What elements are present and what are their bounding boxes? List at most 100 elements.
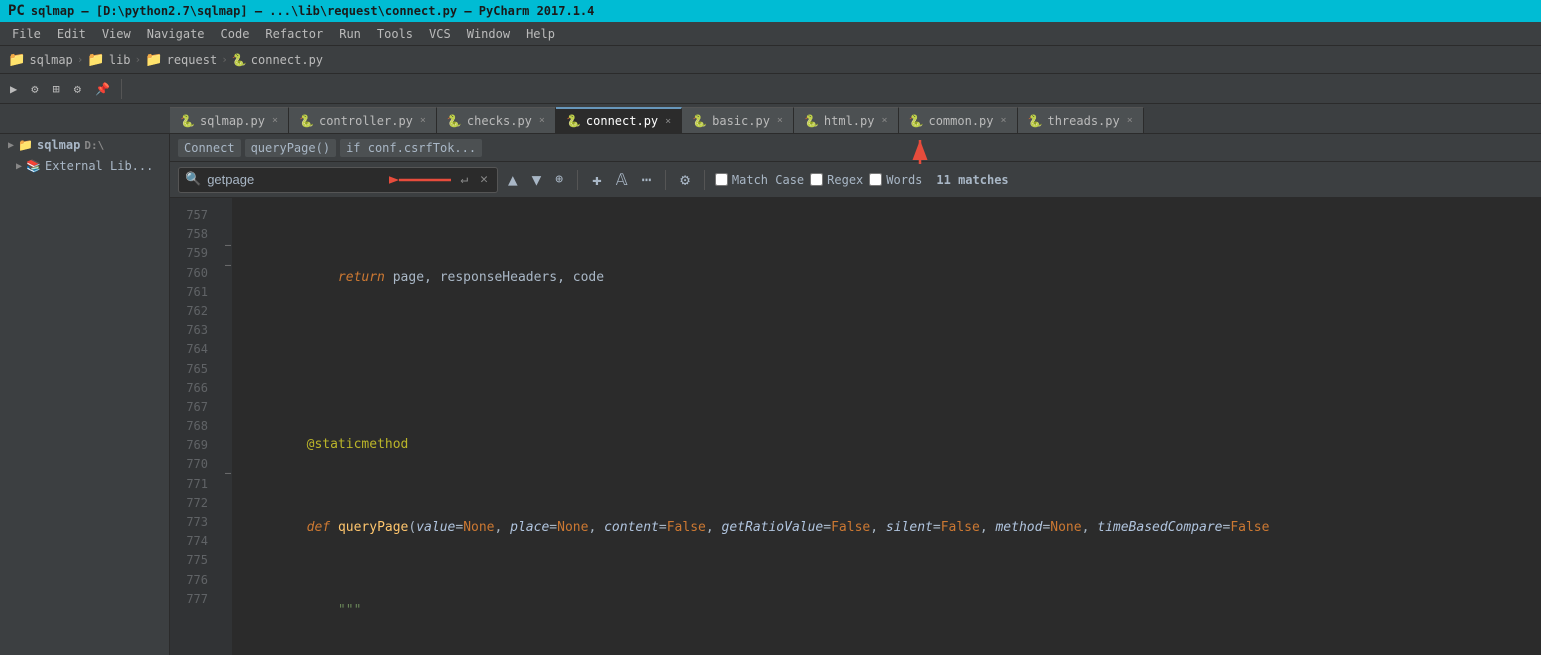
tab-icon-sqlmappy: 🐍 bbox=[180, 114, 195, 128]
title-text: sqlmap – [D:\python2.7\sqlmap] – ...\lib… bbox=[31, 4, 595, 18]
fold-marker-765[interactable]: – bbox=[225, 468, 231, 479]
menu-bar: File Edit View Navigate Code Refactor Ru… bbox=[0, 22, 1541, 46]
fold-marker-759[interactable]: – bbox=[225, 240, 231, 251]
tab-sqlmappy[interactable]: 🐍 sqlmap.py × bbox=[170, 107, 289, 133]
search-sep1 bbox=[577, 170, 578, 190]
search-prev-button[interactable]: ▲ bbox=[504, 168, 522, 191]
words-label: Words bbox=[886, 173, 922, 187]
menu-window[interactable]: Window bbox=[459, 25, 518, 43]
toolbar-btn-run[interactable]: ▶ bbox=[4, 80, 23, 98]
toolbar-btn-attach[interactable]: ⊞ bbox=[46, 80, 65, 98]
menu-run[interactable]: Run bbox=[331, 25, 369, 43]
menu-view[interactable]: View bbox=[94, 25, 139, 43]
tab-close-controllerpy[interactable]: × bbox=[420, 115, 426, 126]
tab-icon-commonpy: 🐍 bbox=[909, 114, 924, 128]
tab-icon-threadspy: 🐍 bbox=[1028, 114, 1043, 128]
search-find-usages-button[interactable]: ⊕ bbox=[551, 170, 567, 189]
search-input[interactable] bbox=[207, 172, 383, 187]
regex-checkbox[interactable] bbox=[810, 173, 823, 186]
breadcrumb-bar: 📁 sqlmap › 📁 lib › 📁 request › 🐍 connect… bbox=[0, 46, 1541, 74]
menu-file[interactable]: File bbox=[4, 25, 49, 43]
tab-close-sqlmappy[interactable]: × bbox=[272, 115, 278, 126]
search-input-wrap: 🔍 ↵ ✕ bbox=[178, 167, 498, 193]
menu-navigate[interactable]: Navigate bbox=[139, 25, 213, 43]
tab-close-htmlpy[interactable]: × bbox=[881, 115, 887, 126]
tab-icon-basicpy: 🐍 bbox=[692, 114, 707, 128]
lib-folder-icon: 📁 bbox=[87, 52, 104, 68]
menu-edit[interactable]: Edit bbox=[49, 25, 94, 43]
sidebar-item-externallib[interactable]: ▶ 📚 External Lib... bbox=[0, 156, 169, 176]
tab-icon-checkspy: 🐍 bbox=[447, 114, 462, 128]
search-more-button[interactable]: ⋯ bbox=[638, 168, 656, 191]
search-clear-icon[interactable]: ✕ bbox=[477, 171, 491, 188]
gutter: – – – bbox=[220, 198, 232, 655]
search-sep3 bbox=[704, 170, 705, 190]
search-words-option[interactable]: Words bbox=[869, 173, 922, 187]
search-filter-button[interactable]: 𝔸 bbox=[612, 168, 632, 191]
toolbar-btn-bookmark[interactable]: 📌 bbox=[89, 80, 116, 98]
tab-threadspy[interactable]: 🐍 threads.py × bbox=[1018, 107, 1144, 133]
editor-nav-connect[interactable]: Connect bbox=[178, 139, 241, 157]
menu-vcs[interactable]: VCS bbox=[421, 25, 459, 43]
toolbar-btn-debug[interactable]: ⚙ bbox=[25, 80, 44, 98]
line-numbers: 757 758 759 760 761 762 763 764 765 766 … bbox=[170, 198, 220, 655]
tab-close-commonpy[interactable]: × bbox=[1001, 115, 1007, 126]
menu-tools[interactable]: Tools bbox=[369, 25, 421, 43]
fold-marker-760[interactable]: – bbox=[225, 260, 231, 271]
breadcrumb-lib[interactable]: lib bbox=[109, 53, 131, 67]
match-case-label: Match Case bbox=[732, 173, 804, 187]
tab-close-basicpy[interactable]: × bbox=[777, 115, 783, 126]
tab-connectpy[interactable]: 🐍 connect.py × bbox=[556, 107, 682, 133]
regex-label: Regex bbox=[827, 173, 863, 187]
menu-code[interactable]: Code bbox=[213, 25, 258, 43]
search-sep2 bbox=[665, 170, 666, 190]
editor-nav: Connect queryPage() if conf.csrfTok... bbox=[170, 134, 1541, 162]
search-magnifier-icon: 🔍 bbox=[185, 172, 201, 187]
menu-refactor[interactable]: Refactor bbox=[257, 25, 331, 43]
search-match-case-option[interactable]: Match Case bbox=[715, 173, 804, 187]
tab-checkspy[interactable]: 🐍 checks.py × bbox=[437, 107, 556, 133]
sidebar-folder-icon: 📁 bbox=[18, 138, 33, 152]
tab-close-connectpy[interactable]: × bbox=[665, 116, 671, 127]
sidebar-expand-icon[interactable]: ▶ bbox=[8, 140, 14, 151]
sidebar-externallib-expand[interactable]: ▶ bbox=[16, 161, 22, 172]
code-line-757: return page, responseHeaders, code bbox=[244, 268, 1541, 289]
tab-commonpy[interactable]: 🐍 common.py × bbox=[899, 107, 1018, 133]
match-count: 11 matches bbox=[936, 173, 1008, 187]
tab-close-checkspy[interactable]: × bbox=[539, 115, 545, 126]
search-next-button[interactable]: ▼ bbox=[528, 168, 546, 191]
toolbar-separator-1 bbox=[121, 79, 122, 99]
sidebar-externallib-icon: 📚 bbox=[26, 159, 41, 173]
search-bar: 🔍 ↵ ✕ ▲ ▼ ⊕ ✚ 𝔸 ⋯ ⚙ Match Case bbox=[170, 162, 1541, 198]
search-enter-icon[interactable]: ↵ bbox=[457, 171, 471, 188]
code-editor[interactable]: return page, responseHeaders, code @stat… bbox=[232, 198, 1541, 655]
tab-icon-htmlpy: 🐍 bbox=[804, 114, 819, 128]
connect-file-icon: 🐍 bbox=[232, 53, 247, 67]
sidebar-path-hint: D:\ bbox=[84, 139, 104, 152]
title-bar: PC sqlmap – [D:\python2.7\sqlmap] – ...\… bbox=[0, 0, 1541, 22]
tab-htmlpy[interactable]: 🐍 html.py × bbox=[794, 107, 899, 133]
menu-help[interactable]: Help bbox=[518, 25, 563, 43]
tab-basicpy[interactable]: 🐍 basic.py × bbox=[682, 107, 794, 133]
breadcrumb-request[interactable]: request bbox=[167, 53, 218, 67]
tab-close-threadspy[interactable]: × bbox=[1127, 115, 1133, 126]
words-checkbox[interactable] bbox=[869, 173, 882, 186]
editor-nav-querypage[interactable]: queryPage() bbox=[245, 139, 336, 157]
app-icon: PC bbox=[8, 3, 25, 19]
match-case-checkbox[interactable] bbox=[715, 173, 728, 186]
code-line-758 bbox=[244, 352, 1541, 373]
code-line-761: """ bbox=[244, 601, 1541, 622]
code-line-760: def queryPage(value=None, place=None, co… bbox=[244, 518, 1541, 539]
request-folder-icon: 📁 bbox=[145, 52, 162, 68]
search-highlight-button[interactable]: ✚ bbox=[588, 168, 606, 191]
tab-controllerpy[interactable]: 🐍 controller.py × bbox=[289, 107, 437, 133]
breadcrumb-sqlmap[interactable]: sqlmap bbox=[29, 53, 72, 67]
breadcrumb-connectpy[interactable]: connect.py bbox=[251, 53, 323, 67]
editor-nav-ifconf[interactable]: if conf.csrfTok... bbox=[340, 139, 482, 157]
sidebar: ▶ 📁 sqlmap D:\ ▶ 📚 External Lib... bbox=[0, 134, 170, 655]
toolbar-btn-settings[interactable]: ⚙ bbox=[68, 80, 87, 98]
search-settings-button[interactable]: ⚙ bbox=[676, 168, 694, 191]
sidebar-project-label[interactable]: sqlmap bbox=[37, 138, 80, 152]
search-regex-option[interactable]: Regex bbox=[810, 173, 863, 187]
code-content[interactable]: 757 758 759 760 761 762 763 764 765 766 … bbox=[170, 198, 1541, 655]
